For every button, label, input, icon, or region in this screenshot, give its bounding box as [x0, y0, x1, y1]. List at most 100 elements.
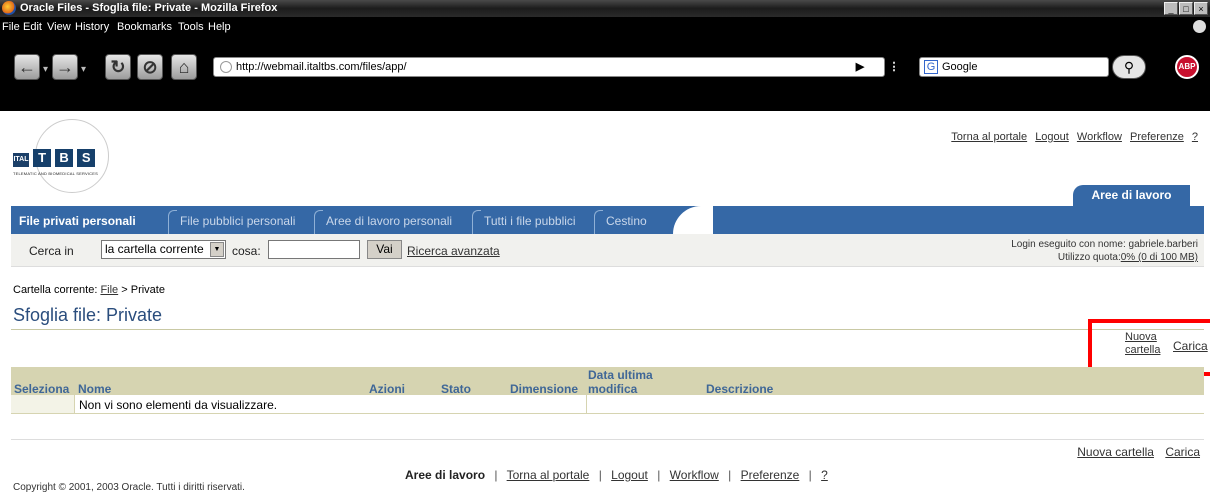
breadcrumb-current: Private — [130, 284, 165, 296]
link-help[interactable]: ? — [1192, 131, 1198, 143]
quota-link[interactable]: 0% (0 di 100 MB) — [1121, 252, 1198, 263]
col-descrizione: Descrizione — [706, 382, 774, 396]
address-bar[interactable]: http://webmail.italtbs.com/files/app/ — [213, 57, 885, 77]
footer-link-logout[interactable]: Logout — [611, 468, 648, 482]
reload-button[interactable]: ↻ — [105, 54, 131, 80]
footer-link-preferenze[interactable]: Preferenze — [741, 468, 800, 482]
footer-link-workflow[interactable]: Workflow — [670, 468, 719, 482]
tab-cestino[interactable]: Cestino — [606, 214, 647, 228]
logo-letter-t: T — [33, 149, 52, 167]
footer-separator: | — [494, 468, 498, 482]
link-workflow[interactable]: Workflow — [1077, 131, 1122, 143]
tab-separator — [472, 210, 481, 235]
breadcrumb-separator: > — [121, 284, 128, 296]
search-row: Cerca in la cartella corrente ▼ cosa: Va… — [11, 234, 1204, 267]
maximize-button[interactable]: □ — [1179, 2, 1193, 15]
menu-tools[interactable]: Tools — [178, 21, 204, 33]
footer-separator: | — [808, 468, 812, 482]
search-in-label: Cerca in — [29, 244, 74, 258]
link-torna-al-portale[interactable]: Torna al portale — [951, 131, 1027, 143]
menu-bookmarks[interactable]: Bookmarks — [117, 21, 172, 33]
back-button[interactable]: ← — [14, 54, 40, 80]
address-url[interactable]: http://webmail.italtbs.com/files/app/ — [236, 61, 407, 73]
tab-aree-di-lavoro-personali[interactable]: Aree di lavoro personali — [326, 214, 452, 228]
footer-link-help[interactable]: ? — [821, 468, 828, 482]
logo-letter-s: S — [77, 149, 96, 167]
advanced-search-link[interactable]: Ricerca avanzata — [407, 244, 500, 258]
tab-file-privati-personali[interactable]: File privati personali — [19, 214, 136, 228]
search-query-input[interactable] — [268, 240, 360, 259]
search-button[interactable]: ⚲ — [1112, 55, 1146, 79]
menu-file[interactable]: File — [2, 21, 20, 33]
col-dimensione: Dimensione — [510, 382, 579, 396]
sub-tabs: File privati personali File pubblici per… — [11, 206, 681, 235]
title-divider — [11, 329, 1204, 330]
copyright: Copyright © 2001, 2003 Oracle. Tutti i d… — [13, 482, 245, 493]
minimize-button[interactable]: _ — [1164, 2, 1178, 15]
close-button[interactable]: × — [1194, 2, 1208, 15]
adblock-plus-icon[interactable]: ABP — [1175, 55, 1199, 79]
window-titlebar: Oracle Files - Sfoglia file: Private - M… — [0, 0, 1210, 17]
menu-history[interactable]: History — [75, 21, 109, 33]
forward-button[interactable]: → — [52, 54, 78, 80]
page-title: Sfoglia file: Private — [13, 305, 163, 325]
cell-divider — [586, 395, 587, 413]
menu-help[interactable]: Help — [208, 21, 231, 33]
footer-link-torna-al-portale[interactable]: Torna al portale — [507, 468, 590, 482]
footer-current: Aree di lavoro — [405, 468, 486, 482]
back-history-dropdown-icon[interactable]: ▾ — [43, 64, 48, 75]
table-row: Non vi sono elementi da visualizzare. — [11, 395, 1204, 414]
menu-edit[interactable]: Edit — [23, 21, 42, 33]
breadcrumb-label: Cartella corrente: — [13, 284, 98, 296]
quota-label: Utilizzo quota: — [1057, 252, 1121, 263]
stop-button[interactable]: ⊘ — [137, 54, 163, 80]
logo-prefix: ITAL — [13, 153, 29, 167]
search-scope-select[interactable]: la cartella corrente ▼ — [101, 240, 226, 259]
col-nome: Nome — [78, 382, 112, 396]
menu-bar: File Edit View History Bookmarks Tools H… — [0, 17, 1210, 37]
global-links: Torna al portale Logout Workflow Prefere… — [946, 131, 1198, 143]
footer-separator: | — [728, 468, 732, 482]
tab-tutti-i-file-pubblici[interactable]: Tutti i file pubblici — [484, 214, 576, 228]
home-button[interactable]: ⌂ — [171, 54, 197, 80]
tab-file-pubblici-personali[interactable]: File pubblici personali — [180, 214, 295, 228]
row-select-cell — [11, 395, 75, 413]
col-azioni: Azioni — [369, 382, 405, 396]
search-what-label: cosa: — [232, 244, 261, 258]
tab-separator — [168, 210, 177, 235]
breadcrumb-root-link[interactable]: File — [100, 284, 118, 296]
upload-link-bottom[interactable]: Carica — [1165, 445, 1200, 459]
logo-tagline: TELEMATIC AND BIOMEDICAL SERVICES — [13, 171, 98, 176]
col-modifica: modifica — [588, 382, 638, 396]
tab-separator — [314, 210, 323, 235]
dropdown-arrow-icon[interactable]: ▼ — [210, 242, 224, 257]
browser-search-box[interactable]: G Google — [919, 57, 1109, 77]
forward-history-dropdown-icon[interactable]: ▾ — [81, 64, 86, 75]
footer-separator: | — [598, 468, 602, 482]
go-icon[interactable]: ▶ — [851, 58, 869, 76]
bottom-divider — [11, 439, 1204, 440]
window-title: Oracle Files - Sfoglia file: Private - M… — [20, 2, 278, 14]
breadcrumb: Cartella corrente: File > Private — [13, 284, 165, 296]
tab-aree-di-lavoro[interactable]: Aree di lavoro — [1073, 185, 1190, 206]
search-engine-dropdown-icon[interactable]: ⋮ — [885, 58, 903, 76]
search-scope-value: la cartella corrente — [105, 242, 204, 256]
search-engine-name: Google — [942, 61, 978, 73]
firefox-icon — [2, 1, 16, 15]
link-logout[interactable]: Logout — [1035, 131, 1069, 143]
col-stato: Stato — [441, 382, 471, 396]
new-folder-link-bottom[interactable]: Nuova cartella — [1077, 445, 1154, 459]
go-button[interactable]: Vai — [367, 240, 402, 259]
col-data-ultima: Data ultima — [588, 368, 653, 382]
footer-separator: | — [657, 468, 661, 482]
menu-view[interactable]: View — [47, 21, 71, 33]
navigation-toolbar: ← ▾ → ▾ ↻ ⊘ ⌂ http://webmail.italtbs.com… — [0, 37, 1210, 111]
company-logo: ITAL T B S TELEMATIC AND BIOMEDICAL SERV… — [10, 119, 120, 201]
empty-table-message: Non vi sono elementi da visualizzare. — [79, 398, 278, 412]
col-seleziona: Seleziona — [14, 382, 70, 396]
login-user-text: Login eseguito con nome: gabriele.barber… — [1011, 239, 1198, 250]
table-header: Seleziona Nome Azioni Stato Dimensione D… — [11, 367, 1204, 396]
logo-letter-b: B — [55, 149, 74, 167]
link-preferenze[interactable]: Preferenze — [1130, 131, 1184, 143]
google-icon: G — [924, 60, 938, 74]
